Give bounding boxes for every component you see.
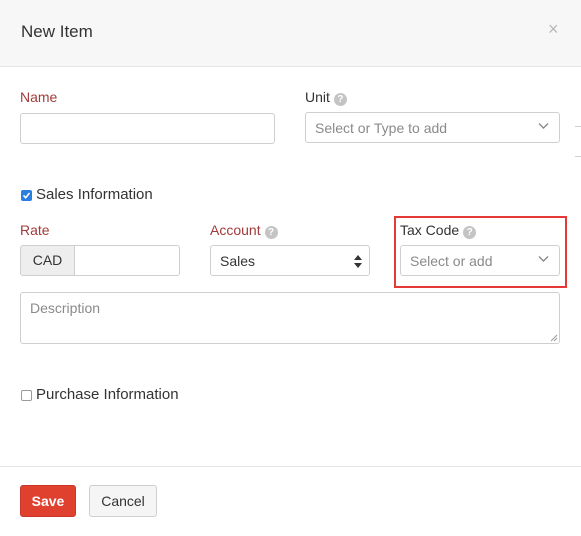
rate-input[interactable]: [74, 245, 180, 276]
new-item-dialog: New Item × Name Unit? Select or Type to …: [0, 0, 581, 536]
scroll-edge-tick: [575, 156, 581, 157]
tax-code-placeholder: Select or add: [410, 253, 493, 269]
sales-info-checkbox[interactable]: [21, 190, 32, 201]
help-icon[interactable]: ?: [333, 93, 347, 106]
purchase-info-checkbox[interactable]: [21, 390, 32, 401]
unit-label-text: Unit: [305, 89, 330, 105]
tax-code-label: Tax Code?: [400, 222, 477, 239]
tax-code-select[interactable]: Select or add: [400, 245, 560, 276]
sort-arrows-icon: [354, 255, 362, 268]
description-placeholder: Description: [30, 300, 101, 316]
sales-info-label: Sales Information: [36, 186, 153, 203]
rate-label: Rate: [20, 222, 50, 238]
account-value: Sales: [220, 253, 256, 269]
close-icon[interactable]: ×: [548, 19, 559, 39]
chevron-down-icon: [538, 123, 549, 129]
save-button[interactable]: Save: [20, 485, 76, 517]
cancel-button[interactable]: Cancel: [89, 485, 157, 517]
unit-placeholder: Select or Type to add: [315, 120, 448, 136]
account-label: Account?: [210, 222, 278, 239]
dialog-header: New Item ×: [0, 0, 581, 67]
unit-select[interactable]: Select or Type to add: [305, 112, 560, 143]
name-input[interactable]: [20, 113, 275, 144]
help-icon[interactable]: ?: [463, 226, 477, 239]
account-label-text: Account: [210, 222, 261, 238]
help-icon[interactable]: ?: [264, 226, 278, 239]
purchase-info-label: Purchase Information: [36, 386, 179, 403]
name-label: Name: [20, 89, 58, 105]
resize-handle-icon[interactable]: [550, 334, 558, 342]
chevron-down-icon: [538, 256, 549, 262]
account-select[interactable]: Sales: [210, 245, 370, 276]
footer-divider: [0, 466, 581, 467]
scroll-edge-tick: [575, 126, 581, 127]
currency-addon: CAD: [20, 245, 75, 276]
dialog-title: New Item: [21, 22, 93, 41]
unit-label: Unit?: [305, 89, 347, 106]
checkmark-icon: [22, 192, 31, 199]
description-textarea[interactable]: Description: [20, 292, 560, 344]
tax-code-label-text: Tax Code: [400, 222, 460, 238]
